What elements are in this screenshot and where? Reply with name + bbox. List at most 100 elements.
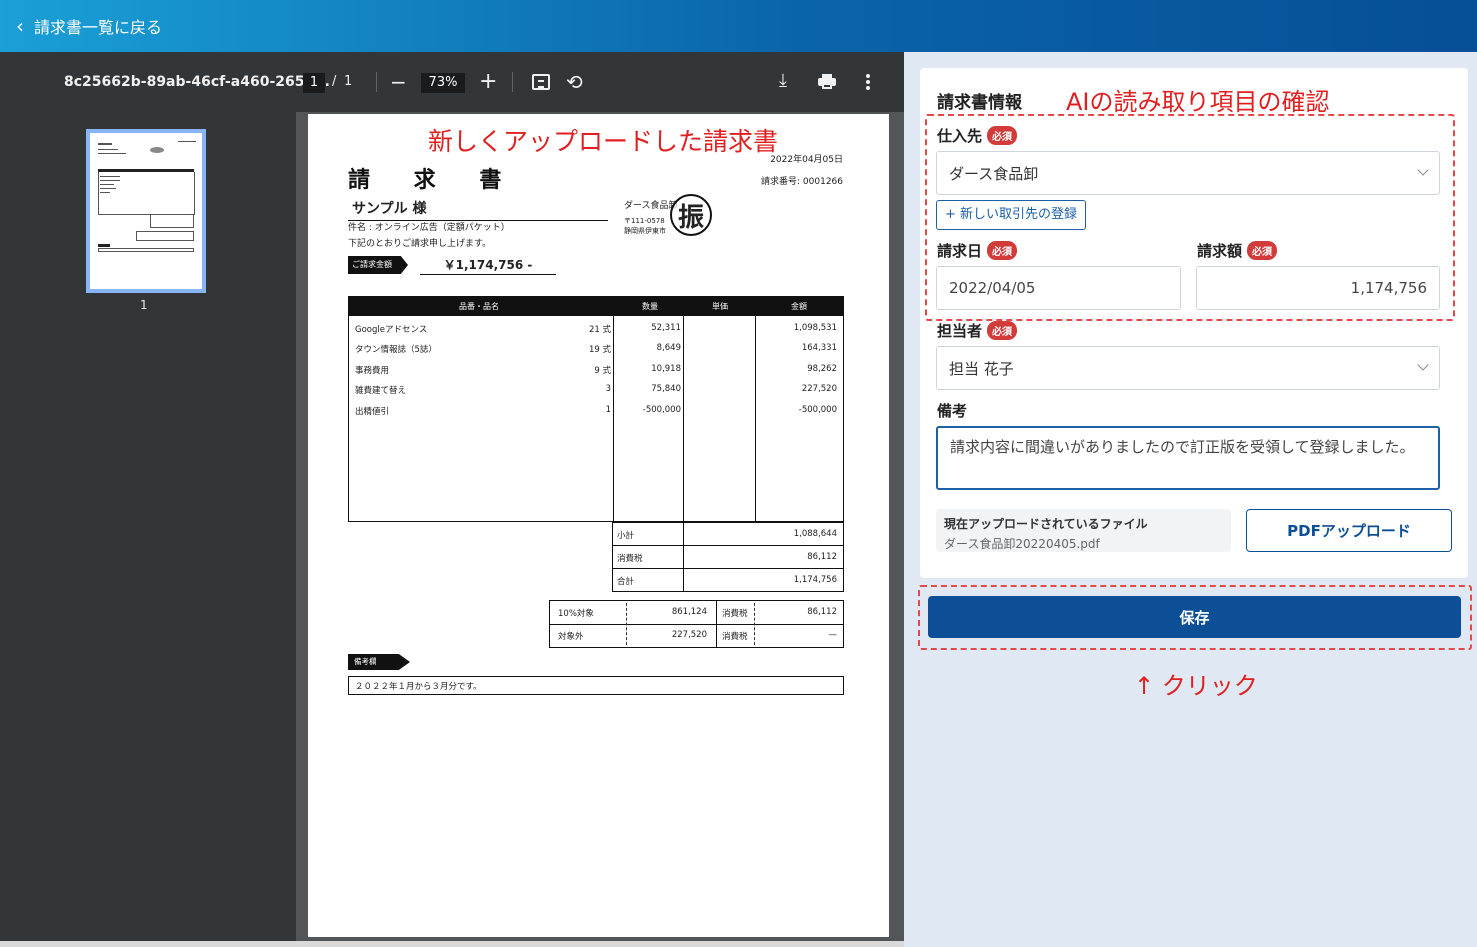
memo-tag: 備考欄 [348, 654, 410, 670]
required-badge: 必須 [987, 321, 1018, 340]
pdf-viewer: 8c25662b-89ab-46cf-a460-265e... 1 / 1 − … [0, 52, 904, 947]
totals-label: 小計 [617, 531, 635, 541]
item-price: 10,918 [651, 364, 681, 374]
invoice-number: 請求番号: 0001266 [761, 177, 843, 187]
item-qty: 1 [605, 405, 611, 415]
totals-row: 合計 1,174,756 [613, 568, 843, 591]
column-header: 単価 [712, 302, 728, 311]
zoom-out-icon[interactable]: − [390, 70, 407, 94]
rotate-icon[interactable]: ⟲ [566, 70, 583, 94]
item-price: 75,840 [651, 384, 681, 394]
table-row: 雑費建て替え 3 75,840 227,520 [349, 380, 843, 400]
item-qty: 9 式 [594, 366, 611, 376]
invoice-page: 新しくアップロードした請求書 請 求 書 2022年04月05日 請求番号: 0… [308, 114, 889, 937]
tax-value: 86,112 [807, 607, 837, 617]
current-file-title: 現在アップロードされているファイル [944, 517, 1148, 531]
totals-value: 86,112 [807, 552, 837, 562]
tax-category: 対象外 [558, 632, 584, 642]
item-name: 雑費建て替え [355, 386, 407, 396]
save-highlight [918, 585, 1472, 650]
item-amount: -500,000 [798, 405, 837, 415]
back-to-list-link[interactable]: ‹ 請求書一覧に戻る [16, 14, 162, 38]
uploaded-invoice-annotation: 新しくアップロードした請求書 [428, 127, 779, 156]
column-header: 品番・品名 [459, 302, 499, 311]
chevron-left-icon: ‹ [16, 14, 24, 38]
item-price: 8,649 [656, 343, 681, 353]
page-number-input[interactable]: 1 [303, 73, 325, 93]
totals-label: 合計 [617, 577, 635, 587]
company-stamp: 振 [670, 194, 712, 236]
page-thumbnail[interactable] [86, 129, 206, 293]
toolbar-divider [512, 72, 513, 92]
item-name: 出精値引 [355, 407, 390, 417]
tax-row: 10%対象 861,124 消費税 86,112 [550, 601, 843, 624]
issuer-zip: 〒111-0578 [624, 217, 665, 225]
table-row: 出精値引 1 -500,000 -500,000 [349, 401, 843, 421]
ai-check-annotation: AIの読み取り項目の確認 [1066, 88, 1330, 116]
section-title: 請求書情報 [937, 88, 1022, 113]
tax-base: 227,520 [671, 630, 707, 640]
item-qty: 21 式 [588, 325, 611, 335]
column-header: 金額 [791, 302, 807, 311]
invoice-date: 2022年04月05日 [770, 155, 843, 165]
tax-label: 消費税 [722, 609, 748, 619]
invoice-subject: 件名 : オンライン広告（定額パケット） [348, 223, 510, 233]
more-options-icon[interactable] [866, 74, 870, 90]
top-header: ‹ 請求書一覧に戻る [0, 0, 1477, 52]
totals-label: 消費税 [617, 554, 643, 564]
item-amount: 227,520 [801, 384, 837, 394]
memo-textarea[interactable]: 請求内容に間違いがありましたので訂正版を受領して登録しました。 [936, 426, 1440, 490]
menu-icon[interactable] [20, 74, 38, 88]
amount-tag: ご請求金額 [348, 256, 408, 274]
toolbar-divider [376, 72, 377, 92]
thumbnail-page-number: 1 [140, 298, 148, 312]
download-icon[interactable]: ⤓ [779, 70, 787, 91]
pdf-upload-button[interactable]: PDFアップロード [1246, 509, 1452, 552]
invoice-request-note: 下記のとおりご請求申し上げます。 [348, 239, 492, 249]
item-price: -500,000 [642, 405, 681, 415]
tax-category: 10%対象 [558, 609, 594, 619]
table-row: タウン情報誌（5誌） 19 式 8,649 164,331 [349, 339, 843, 359]
current-file-info: 現在アップロードされているファイル ダース食品卸20220405.pdf [936, 509, 1231, 552]
current-file-name: ダース食品卸20220405.pdf [944, 537, 1100, 551]
totals-row: 小計 1,088,644 [613, 522, 843, 545]
totals-row: 消費税 86,112 [613, 545, 843, 568]
person-label-text: 担当者 [937, 322, 983, 340]
invoice-title: 請 求 書 [348, 168, 520, 193]
column-header: 数量 [642, 302, 658, 311]
tax-label: 消費税 [722, 632, 748, 642]
zoom-level-input[interactable]: 73% [421, 73, 465, 93]
ai-fields-highlight [925, 114, 1455, 321]
tax-base: 861,124 [671, 607, 707, 617]
item-amount: 98,262 [807, 364, 837, 374]
section-title-text: 請求書情報 [937, 93, 1022, 113]
item-amount: 1,098,531 [793, 323, 837, 333]
page-total: 1 [344, 74, 353, 89]
invoice-items-table: 品番・品名 数量 単価 金額 Googleアドセンス 21 式 52,311 1… [348, 296, 844, 522]
items-table-header: 品番・品名 数量 単価 金額 [349, 297, 843, 316]
totals-value: 1,088,644 [793, 529, 837, 539]
item-name: 事務費用 [355, 366, 390, 376]
invoice-memo: ２０２２年１月から３月分です。 [348, 676, 844, 695]
table-row: Googleアドセンス 21 式 52,311 1,098,531 [349, 319, 843, 339]
chevron-down-icon [1417, 359, 1429, 371]
table-row: 事務費用 9 式 10,918 98,262 [349, 360, 843, 380]
item-name: タウン情報誌（5誌） [355, 345, 437, 355]
invoice-totals: 小計 1,088,644 消費税 86,112 合計 1,174,756 [612, 522, 844, 592]
person-select[interactable]: 担当 花子 [936, 346, 1440, 390]
item-price: 52,311 [651, 323, 681, 333]
zoom-in-icon[interactable]: + [479, 69, 497, 94]
person-value: 担当 花子 [949, 359, 1014, 378]
tax-row: 対象外 227,520 消費税 — [550, 624, 843, 647]
fit-page-icon[interactable] [532, 74, 550, 90]
memo-label: 備考 [937, 400, 967, 421]
pdf-toolbar: 8c25662b-89ab-46cf-a460-265e... 1 / 1 − … [0, 52, 904, 112]
item-name: Googleアドセンス [355, 325, 428, 335]
memo-label-text: 備考 [937, 402, 968, 420]
invoice-total-amount: ￥1,174,756 - [420, 256, 556, 275]
page-separator: / [332, 74, 337, 89]
issuer-name: ダース食品卸 [624, 201, 678, 211]
pdf-filename: 8c25662b-89ab-46cf-a460-265e... [64, 74, 330, 90]
print-icon[interactable] [818, 74, 836, 89]
tax-value: — [828, 630, 838, 640]
